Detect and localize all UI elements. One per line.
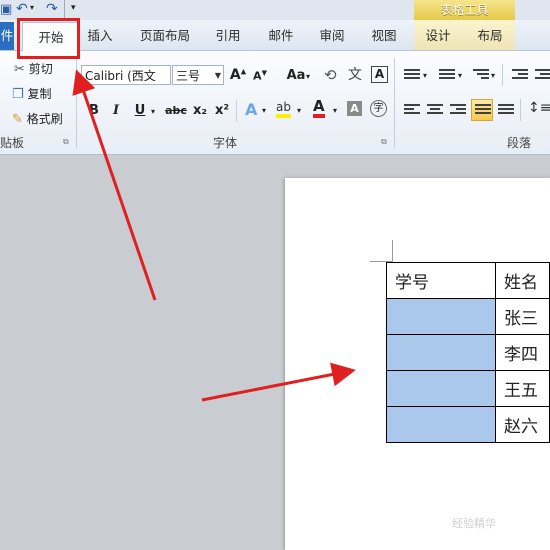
annotation-arrows [72,69,356,402]
arrow-to-table [201,362,356,402]
arrow-to-home-tab [72,69,157,301]
